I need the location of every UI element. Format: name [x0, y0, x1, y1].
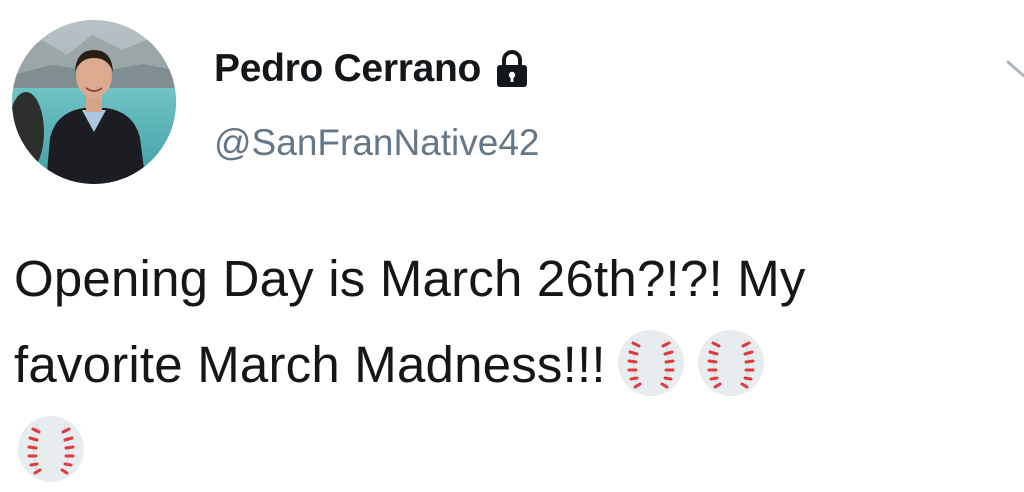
baseball-icon [696, 328, 766, 398]
baseball-icon [16, 414, 86, 484]
baseball-icon [616, 328, 686, 398]
tweet-text: Opening Day is March 26th?!?! My favorit… [14, 236, 1020, 492]
avatar-photo [12, 20, 176, 184]
tweet-text-line [14, 408, 1020, 492]
chevron-down-icon[interactable] [1006, 54, 1024, 94]
lock-icon [495, 49, 529, 89]
tweet-text-line: favorite March Madness!!! [14, 322, 1020, 408]
tweet-text-line: Opening Day is March 26th?!?! My [14, 250, 806, 307]
tweet: Pedro Cerrano @SanFranNative42 Opening D… [0, 0, 1024, 492]
display-name[interactable]: Pedro Cerrano [214, 47, 481, 91]
avatar[interactable] [12, 20, 176, 184]
author-row: Pedro Cerrano [214, 46, 529, 92]
tweet-text-segment: favorite March Madness!!! [14, 336, 606, 393]
user-handle[interactable]: @SanFranNative42 [214, 122, 540, 164]
